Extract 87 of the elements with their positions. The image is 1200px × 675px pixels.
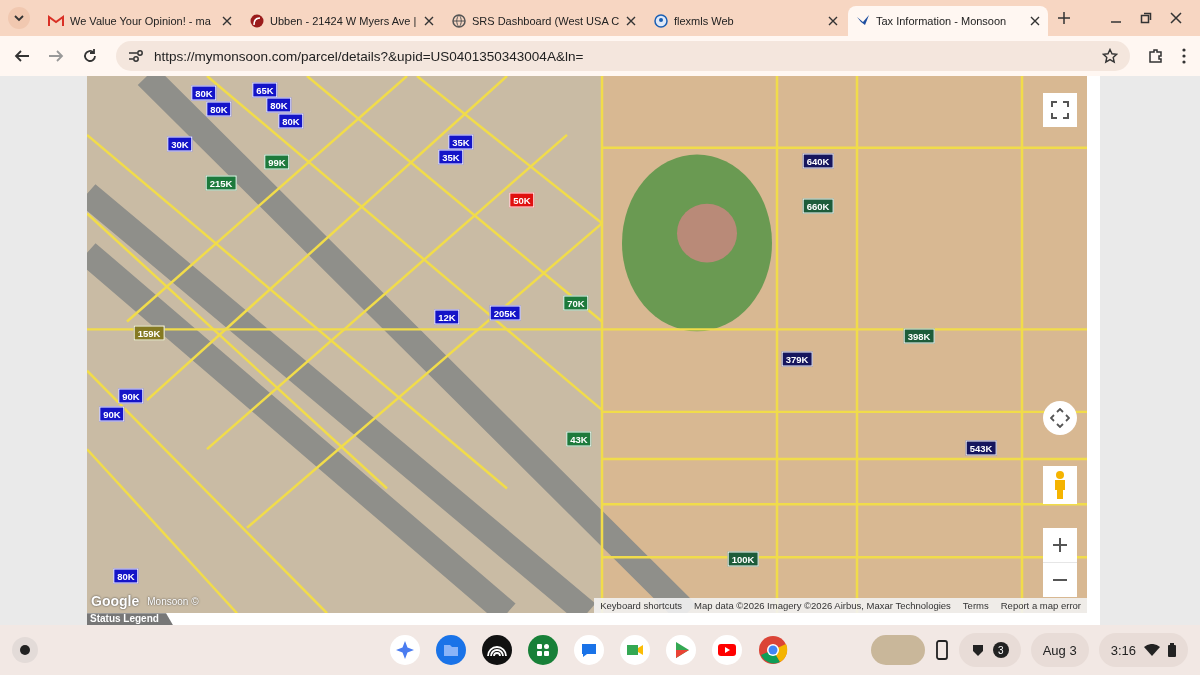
site-settings-icon[interactable] — [128, 49, 144, 63]
chat-app-icon[interactable] — [574, 635, 604, 665]
price-marker[interactable]: 90K — [118, 388, 144, 404]
chevron-down-icon — [13, 12, 25, 24]
person-icon — [1052, 470, 1068, 500]
notification-area[interactable]: 3 — [958, 633, 1021, 667]
price-marker[interactable]: 398K — [903, 328, 935, 344]
plus-icon — [1052, 537, 1068, 553]
browser-tab[interactable]: SRS Dashboard (West USA C — [444, 6, 644, 36]
brand-label: Monsoon © — [147, 595, 199, 607]
price-marker[interactable]: 640K — [802, 153, 834, 169]
map-attribution-link[interactable]: Keyboard shortcuts — [594, 598, 689, 614]
map-attribution-link[interactable]: Report a map error — [994, 598, 1087, 614]
fullscreen-icon — [1051, 101, 1069, 119]
price-marker[interactable]: 12K — [434, 309, 460, 325]
price-marker[interactable]: 215K — [205, 175, 237, 191]
map-logo: Google — [91, 593, 140, 610]
close-icon[interactable] — [424, 16, 434, 26]
battery-icon[interactable] — [1168, 643, 1176, 657]
video-camera-app-icon[interactable] — [620, 635, 650, 665]
price-marker[interactable]: 30K — [167, 136, 193, 152]
back-icon[interactable] — [14, 48, 30, 64]
price-marker[interactable]: 543K — [965, 440, 997, 456]
new-tab-icon[interactable] — [1058, 12, 1070, 24]
bookmark-star-icon[interactable] — [1102, 48, 1118, 64]
price-marker[interactable]: 660K — [802, 198, 834, 214]
price-marker[interactable]: 379K — [781, 351, 813, 367]
map-attribution-link[interactable]: Terms — [956, 598, 995, 614]
close-icon[interactable] — [626, 16, 636, 26]
zoom-in-button[interactable] — [1043, 528, 1077, 562]
phone-icon[interactable] — [934, 640, 949, 660]
clock-time[interactable]: 3:16 — [1110, 642, 1136, 658]
price-marker[interactable]: 65K — [252, 82, 278, 98]
sparkle-app-icon[interactable] — [390, 635, 420, 665]
price-marker[interactable]: 35K — [438, 149, 464, 165]
bird-icon — [856, 14, 870, 28]
price-marker[interactable]: 99K — [264, 154, 290, 170]
wifi-icon[interactable] — [1144, 644, 1160, 656]
price-marker[interactable]: 159K — [133, 325, 165, 341]
close-icon[interactable] — [1170, 12, 1182, 24]
folder-app-icon[interactable] — [436, 635, 466, 665]
grid-app-icon[interactable] — [528, 635, 558, 665]
restore-icon[interactable] — [1140, 12, 1152, 24]
browser-tab[interactable]: flexmls Web — [646, 6, 846, 36]
four-way-arrows-icon — [1050, 408, 1070, 428]
close-icon[interactable] — [1030, 16, 1040, 26]
fullscreen-button[interactable] — [1043, 93, 1077, 127]
more-menu-icon[interactable] — [1182, 48, 1186, 64]
price-marker[interactable]: 80K — [278, 113, 304, 129]
launcher-button[interactable] — [12, 637, 38, 663]
extensions-icon[interactable] — [1148, 48, 1164, 64]
forward-icon[interactable] — [48, 48, 64, 64]
address-bar[interactable]: https://mymonsoon.com/parcel/details?&upid=US0401350343004A&ln= — [116, 41, 1130, 71]
notification-count: 3 — [992, 642, 1009, 658]
shield-icon — [970, 643, 985, 657]
globe-icon — [452, 14, 466, 28]
price-marker[interactable]: 50K — [509, 192, 535, 208]
legend-tab[interactable]: Status Legend — [87, 613, 173, 625]
price-marker[interactable]: 35K — [448, 134, 474, 150]
mail-icon — [48, 15, 64, 27]
browser-app-icon[interactable] — [758, 635, 788, 665]
browser-tab[interactable]: We Value Your Opinion! - ma — [40, 6, 240, 36]
close-icon[interactable] — [222, 16, 232, 26]
browser-tab[interactable]: Ubben - 21424 W Myers Ave | — [242, 6, 442, 36]
reload-icon[interactable] — [82, 48, 98, 64]
date-label[interactable]: Aug 3 — [1030, 633, 1089, 667]
tab-search-button[interactable] — [8, 7, 30, 29]
price-marker[interactable]: 205K — [489, 305, 521, 321]
play-button-app-icon[interactable] — [712, 635, 742, 665]
play-store-app-icon[interactable] — [666, 635, 696, 665]
price-marker[interactable]: 43K — [566, 431, 592, 447]
brand-icon — [250, 14, 264, 28]
price-marker[interactable]: 80K — [113, 568, 139, 584]
price-marker[interactable]: 80K — [266, 97, 292, 113]
browser-tab[interactable]: Tax Information - Monsoon — [848, 6, 1048, 36]
zoom-out-button[interactable] — [1043, 563, 1077, 597]
price-marker[interactable]: 70K — [563, 295, 589, 311]
circle-icon — [19, 644, 31, 656]
price-marker[interactable]: 80K — [191, 85, 217, 101]
price-marker[interactable]: 90K — [99, 406, 125, 422]
map-attribution-link[interactable]: Map data ©2026 Imagery ©2026 Airbus, Maxar Technologies — [688, 598, 957, 614]
price-marker[interactable]: 80K — [206, 101, 232, 117]
location-pin-icon — [654, 14, 668, 28]
minus-icon — [1052, 579, 1068, 581]
close-icon[interactable] — [828, 16, 838, 26]
signal-app-icon[interactable] — [482, 635, 512, 665]
price-marker[interactable]: 100K — [727, 552, 759, 567]
